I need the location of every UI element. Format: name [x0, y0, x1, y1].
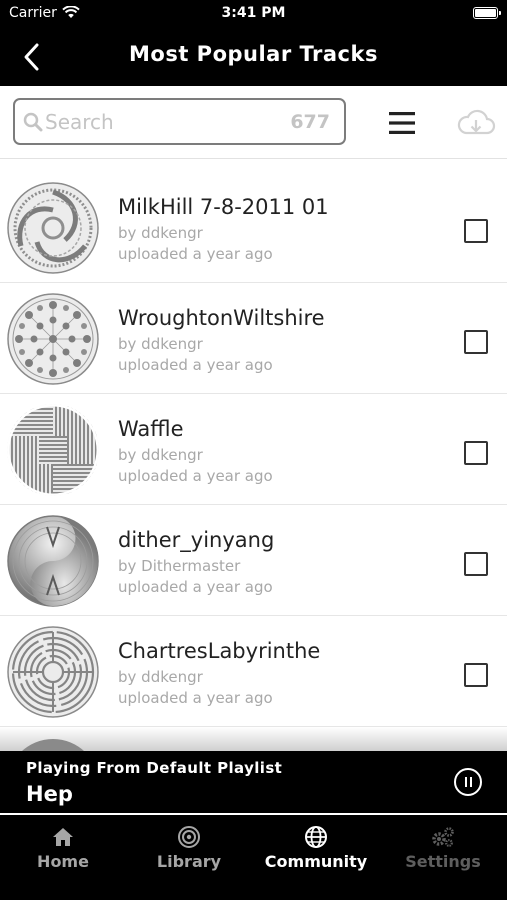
track-checkbox[interactable] — [464, 219, 488, 243]
search-icon — [22, 111, 44, 133]
track-title: WroughtonWiltshire — [118, 306, 325, 330]
track-author: by ddkengr — [118, 224, 203, 242]
battery-icon — [473, 7, 501, 19]
track-upload-date: uploaded a year ago — [118, 689, 273, 707]
target-icon — [178, 826, 200, 848]
track-thumbnail-maze-lines — [7, 404, 99, 496]
track-author: by Dithermaster — [118, 557, 241, 575]
track-checkbox[interactable] — [464, 552, 488, 576]
track-count: 677 — [290, 111, 330, 133]
track-author: by ddkengr — [118, 668, 203, 686]
tab-home-label: Home — [37, 852, 89, 871]
pause-button[interactable] — [454, 768, 482, 796]
track-author: by ddkengr — [118, 446, 203, 464]
track-row[interactable]: Waffle by ddkengr uploaded a year ago — [0, 394, 507, 505]
track-upload-date: uploaded a year ago — [118, 467, 273, 485]
track-upload-date: uploaded a year ago — [118, 356, 273, 374]
track-list: MilkHill 7-8-2011 01 by ddkengr uploaded… — [0, 172, 507, 727]
track-row[interactable]: ChartresLabyrinthe by ddkengr uploaded a… — [0, 616, 507, 727]
tab-home[interactable]: Home — [0, 825, 126, 875]
track-author: by ddkengr — [118, 335, 203, 353]
status-bar: Carrier 3:41 PM — [0, 0, 507, 28]
now-playing-track: Hep — [26, 782, 73, 806]
menu-button[interactable] — [388, 111, 416, 135]
track-title: ChartresLabyrinthe — [118, 639, 321, 663]
cloud-download-icon — [457, 109, 496, 135]
track-thumbnail-dot-mandala — [7, 293, 99, 385]
search-toolbar: 677 — [0, 86, 507, 159]
navigation-bar: Most Popular Tracks — [0, 28, 507, 86]
track-title: dither_yinyang — [118, 528, 275, 552]
tab-library[interactable]: Library — [126, 825, 252, 875]
track-row[interactable]: MilkHill 7-8-2011 01 by ddkengr uploaded… — [0, 172, 507, 283]
tab-bar: Home Library Community Settings — [0, 815, 507, 900]
track-thumbnail-partial — [7, 739, 99, 751]
tab-settings-label: Settings — [405, 852, 481, 871]
track-thumbnail-triskelion — [7, 182, 99, 274]
tab-community-label: Community — [264, 852, 368, 871]
status-time: 3:41 PM — [221, 5, 286, 21]
track-row[interactable]: dither_yinyang by Dithermaster uploaded … — [0, 505, 507, 616]
now-playing-bar[interactable]: Playing From Default Playlist Hep — [0, 751, 507, 813]
globe-icon — [305, 826, 327, 848]
track-checkbox[interactable] — [464, 441, 488, 465]
search-input[interactable] — [45, 107, 275, 137]
download-button[interactable] — [456, 109, 496, 139]
tab-community[interactable]: Community — [253, 825, 379, 875]
gears-icon — [432, 827, 454, 847]
now-playing-label: Playing From Default Playlist — [26, 759, 283, 777]
tab-library-label: Library — [156, 852, 222, 871]
track-thumbnail-yinyang — [7, 515, 99, 607]
track-checkbox[interactable] — [464, 330, 488, 354]
tab-settings[interactable]: Settings — [380, 825, 506, 875]
track-title: Waffle — [118, 417, 184, 441]
page-title: Most Popular Tracks — [129, 42, 378, 66]
track-thumbnail-labyrinth — [7, 626, 99, 718]
hamburger-menu-icon — [389, 112, 415, 134]
track-checkbox[interactable] — [464, 663, 488, 687]
home-icon — [53, 828, 73, 846]
track-title: MilkHill 7-8-2011 01 — [118, 195, 329, 219]
track-upload-date: uploaded a year ago — [118, 578, 273, 596]
track-upload-date: uploaded a year ago — [118, 245, 273, 263]
partial-track-row — [0, 727, 507, 751]
search-box[interactable]: 677 — [13, 98, 346, 145]
track-row[interactable]: WroughtonWiltshire by ddkengr uploaded a… — [0, 283, 507, 394]
